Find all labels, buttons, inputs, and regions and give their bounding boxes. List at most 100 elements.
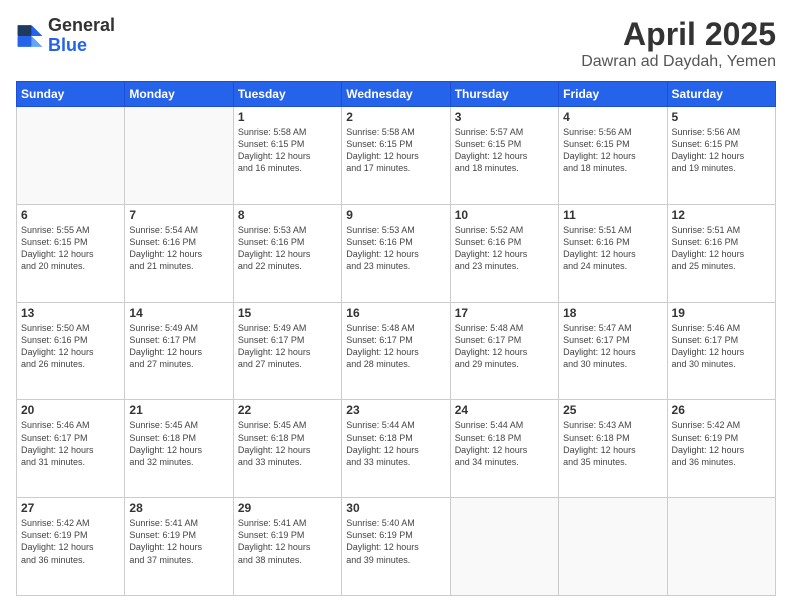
- day-number: 5: [672, 110, 771, 124]
- table-row: 11 Sunrise: 5:51 AMSunset: 6:16 PMDayligh…: [559, 204, 667, 302]
- table-row: 22 Sunrise: 5:45 AMSunset: 6:18 PMDayligh…: [233, 400, 341, 498]
- table-row: 8Sunrise: 5:53 AMSunset: 6:16 PMDaylight…: [233, 204, 341, 302]
- table-row: 28 Sunrise: 5:41 AMSunset: 6:19 PMDayligh…: [125, 498, 233, 596]
- day-info: Sunrise: 5:44 AMSunset: 6:18 PMDaylight:…: [346, 419, 445, 468]
- day-info: Sunrise: 5:58 AMSunset: 6:15 PMDaylight:…: [238, 126, 337, 175]
- day-number: 1: [238, 110, 337, 124]
- table-row: 6 Sunrise: 5:55 AMSunset: 6:15 PMDaylight…: [17, 204, 125, 302]
- day-info: Sunrise: 5:45 AMSunset: 6:18 PMDaylight:…: [129, 419, 228, 468]
- col-friday: Friday: [559, 82, 667, 107]
- table-row: 1 Sunrise: 5:58 AMSunset: 6:15 PMDaylight…: [233, 107, 341, 205]
- day-info: Sunrise: 5:43 AMSunset: 6:18 PMDaylight:…: [563, 419, 662, 468]
- day-number: 14: [129, 306, 228, 320]
- table-row: 27 Sunrise: 5:42 AMSunset: 6:19 PMDayligh…: [17, 498, 125, 596]
- table-row: 9 Sunrise: 5:53 AMSunset: 6:16 PMDaylight…: [342, 204, 450, 302]
- day-info: Sunrise: 5:41 AMSunset: 6:19 PMDaylight:…: [238, 517, 337, 566]
- table-row: 21 Sunrise: 5:45 AMSunset: 6:18 PMDayligh…: [125, 400, 233, 498]
- day-number: 10: [455, 208, 554, 222]
- col-wednesday: Wednesday: [342, 82, 450, 107]
- day-number: 2: [346, 110, 445, 124]
- calendar-week-row: 27 Sunrise: 5:42 AMSunset: 6:19 PMDayligh…: [17, 498, 776, 596]
- day-info: Sunrise: 5:54 AMSunset: 6:16 PMDaylight:…: [129, 224, 228, 273]
- day-info: Sunrise: 5:51 AMSunset: 6:16 PMDaylight:…: [672, 224, 771, 273]
- day-info: Sunrise: 5:46 AMSunset: 6:17 PMDaylight:…: [672, 322, 771, 371]
- table-row: 23 Sunrise: 5:44 AMSunset: 6:18 PMDayligh…: [342, 400, 450, 498]
- day-number: 20: [21, 403, 120, 417]
- day-info: Sunrise: 5:51 AMSunset: 6:16 PMDaylight:…: [563, 224, 662, 273]
- table-row: 12 Sunrise: 5:51 AMSunset: 6:16 PMDayligh…: [667, 204, 775, 302]
- day-info: Sunrise: 5:48 AMSunset: 6:17 PMDaylight:…: [455, 322, 554, 371]
- table-row: 17 Sunrise: 5:48 AMSunset: 6:17 PMDayligh…: [450, 302, 558, 400]
- day-info: Sunrise: 5:46 AMSunset: 6:17 PMDaylight:…: [21, 419, 120, 468]
- day-number: 6: [21, 208, 120, 222]
- main-title: April 2025: [581, 16, 776, 53]
- day-number: 3: [455, 110, 554, 124]
- table-row: 26Sunrise: 5:42 AMSunset: 6:19 PMDayligh…: [667, 400, 775, 498]
- day-number: 11: [563, 208, 662, 222]
- day-number: 9: [346, 208, 445, 222]
- day-number: 23: [346, 403, 445, 417]
- table-row: 19 Sunrise: 5:46 AMSunset: 6:17 PMDayligh…: [667, 302, 775, 400]
- day-info: Sunrise: 5:42 AMSunset: 6:19 PMDaylight:…: [21, 517, 120, 566]
- day-number: 18: [563, 306, 662, 320]
- table-row: 4 Sunrise: 5:56 AMSunset: 6:15 PMDaylight…: [559, 107, 667, 205]
- table-row: [667, 498, 775, 596]
- table-row: 16Sunrise: 5:48 AMSunset: 6:17 PMDayligh…: [342, 302, 450, 400]
- day-info: Sunrise: 5:42 AMSunset: 6:19 PMDaylight:…: [672, 419, 771, 468]
- calendar-week-row: 20 Sunrise: 5:46 AMSunset: 6:17 PMDayligh…: [17, 400, 776, 498]
- day-number: 17: [455, 306, 554, 320]
- logo-text: General Blue: [48, 16, 115, 56]
- calendar-table: Sunday Monday Tuesday Wednesday Thursday…: [16, 81, 776, 596]
- table-row: 24 Sunrise: 5:44 AMSunset: 6:18 PMDayligh…: [450, 400, 558, 498]
- day-number: 19: [672, 306, 771, 320]
- title-block: April 2025 Dawran ad Daydah, Yemen: [581, 16, 776, 71]
- table-row: 5 Sunrise: 5:56 AMSunset: 6:15 PMDaylight…: [667, 107, 775, 205]
- day-number: 12: [672, 208, 771, 222]
- table-row: 20 Sunrise: 5:46 AMSunset: 6:17 PMDayligh…: [17, 400, 125, 498]
- day-info: Sunrise: 5:45 AMSunset: 6:18 PMDaylight:…: [238, 419, 337, 468]
- page: General Blue April 2025 Dawran ad Daydah…: [0, 0, 792, 612]
- day-number: 30: [346, 501, 445, 515]
- subtitle: Dawran ad Daydah, Yemen: [581, 53, 776, 71]
- day-info: Sunrise: 5:47 AMSunset: 6:17 PMDaylight:…: [563, 322, 662, 371]
- day-info: Sunrise: 5:41 AMSunset: 6:19 PMDaylight:…: [129, 517, 228, 566]
- table-row: 18 Sunrise: 5:47 AMSunset: 6:17 PMDayligh…: [559, 302, 667, 400]
- day-number: 27: [21, 501, 120, 515]
- day-number: 15: [238, 306, 337, 320]
- calendar-week-row: 6 Sunrise: 5:55 AMSunset: 6:15 PMDaylight…: [17, 204, 776, 302]
- day-info: Sunrise: 5:50 AMSunset: 6:16 PMDaylight:…: [21, 322, 120, 371]
- table-row: 7Sunrise: 5:54 AMSunset: 6:16 PMDaylight…: [125, 204, 233, 302]
- calendar-week-row: 1 Sunrise: 5:58 AMSunset: 6:15 PMDaylight…: [17, 107, 776, 205]
- day-info: Sunrise: 5:40 AMSunset: 6:19 PMDaylight:…: [346, 517, 445, 566]
- table-row: 10Sunrise: 5:52 AMSunset: 6:16 PMDayligh…: [450, 204, 558, 302]
- logo-blue-text: Blue: [48, 36, 115, 56]
- day-info: Sunrise: 5:49 AMSunset: 6:17 PMDaylight:…: [238, 322, 337, 371]
- table-row: 30 Sunrise: 5:40 AMSunset: 6:19 PMDayligh…: [342, 498, 450, 596]
- day-number: 13: [21, 306, 120, 320]
- day-number: 29: [238, 501, 337, 515]
- table-row: [17, 107, 125, 205]
- table-row: [450, 498, 558, 596]
- table-row: [559, 498, 667, 596]
- calendar-week-row: 13 Sunrise: 5:50 AMSunset: 6:16 PMDayligh…: [17, 302, 776, 400]
- day-number: 24: [455, 403, 554, 417]
- table-row: 14Sunrise: 5:49 AMSunset: 6:17 PMDayligh…: [125, 302, 233, 400]
- day-info: Sunrise: 5:58 AMSunset: 6:15 PMDaylight:…: [346, 126, 445, 175]
- day-number: 22: [238, 403, 337, 417]
- day-info: Sunrise: 5:55 AMSunset: 6:15 PMDaylight:…: [21, 224, 120, 273]
- logo-icon: [16, 22, 44, 50]
- logo-general-text: General: [48, 16, 115, 36]
- day-info: Sunrise: 5:53 AMSunset: 6:16 PMDaylight:…: [346, 224, 445, 273]
- col-tuesday: Tuesday: [233, 82, 341, 107]
- day-info: Sunrise: 5:56 AMSunset: 6:15 PMDaylight:…: [563, 126, 662, 175]
- day-number: 8: [238, 208, 337, 222]
- col-saturday: Saturday: [667, 82, 775, 107]
- table-row: 15 Sunrise: 5:49 AMSunset: 6:17 PMDayligh…: [233, 302, 341, 400]
- day-number: 28: [129, 501, 228, 515]
- day-number: 25: [563, 403, 662, 417]
- day-info: Sunrise: 5:44 AMSunset: 6:18 PMDaylight:…: [455, 419, 554, 468]
- day-number: 21: [129, 403, 228, 417]
- day-info: Sunrise: 5:56 AMSunset: 6:15 PMDaylight:…: [672, 126, 771, 175]
- table-row: 2 Sunrise: 5:58 AMSunset: 6:15 PMDaylight…: [342, 107, 450, 205]
- day-number: 4: [563, 110, 662, 124]
